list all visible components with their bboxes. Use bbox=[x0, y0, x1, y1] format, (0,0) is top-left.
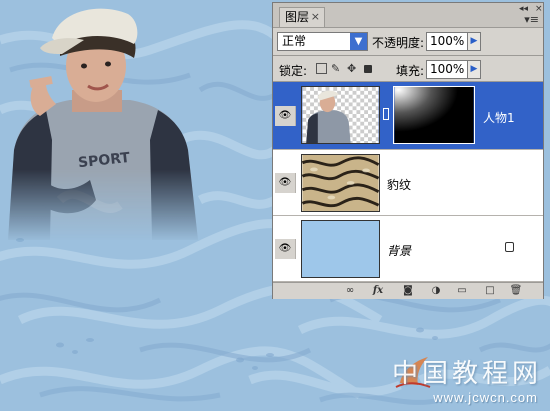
layer-thumbnail-person[interactable] bbox=[301, 86, 380, 144]
link-layers-icon[interactable]: ∞ bbox=[343, 284, 357, 298]
panel-bottom-toolbar: ∞ fx ◙ ◑ ▭ □ 🗑 bbox=[273, 282, 543, 299]
fill-slider-arrow-icon[interactable]: ▶ bbox=[467, 60, 481, 79]
close-icon[interactable]: × bbox=[311, 8, 320, 26]
fill-label: 填充: bbox=[396, 64, 425, 78]
eye-icon[interactable]: 👁 bbox=[275, 173, 296, 193]
boy-photo-image: SPORT bbox=[8, 8, 198, 240]
opacity-slider-arrow-icon[interactable]: ▶ bbox=[467, 32, 481, 51]
layer-name[interactable]: 背景 bbox=[387, 242, 411, 259]
lock-position-move-icon[interactable]: ✥ bbox=[347, 63, 358, 74]
lock-all-icon[interactable] bbox=[364, 65, 372, 73]
opacity-label: 不透明度: bbox=[372, 36, 425, 50]
layer-thumbnail-leopard[interactable] bbox=[301, 154, 380, 212]
watermark-title: 中国教程网 bbox=[391, 359, 542, 389]
lock-label: 锁定: bbox=[279, 64, 308, 78]
layer-row-background[interactable]: 👁 背景 bbox=[273, 216, 543, 282]
lock-pixels-brush-icon[interactable]: ✎ bbox=[331, 63, 342, 74]
tab-layers[interactable]: 图层 × bbox=[279, 7, 325, 27]
layer-name[interactable]: 豹纹 bbox=[387, 176, 411, 193]
layers-list: 👁 人物1 👁 豹纹 👁 背景 bbox=[273, 82, 543, 282]
adjustment-layer-icon[interactable]: ◑ bbox=[429, 284, 443, 298]
blend-mode-value: 正常 bbox=[282, 34, 307, 48]
layers-panel: 图层 × ◂◂ × ▾≡ 正常 ▼ 不透明度: 100% ▶ 锁定: ✎ ✥ 填… bbox=[272, 2, 544, 299]
lock-icon bbox=[505, 242, 514, 252]
watermark-url: www.jcwcn.com bbox=[433, 390, 538, 405]
add-mask-icon[interactable]: ◙ bbox=[401, 284, 415, 298]
layer-name[interactable]: 人物1 bbox=[483, 109, 515, 126]
blend-mode-select[interactable]: 正常 ▼ bbox=[277, 32, 368, 51]
layer-row-leopard[interactable]: 👁 豹纹 bbox=[273, 150, 543, 216]
lock-transparency-icon[interactable] bbox=[316, 63, 327, 74]
divider bbox=[273, 55, 543, 56]
tab-layers-label: 图层 bbox=[285, 10, 310, 24]
trash-icon[interactable]: 🗑 bbox=[509, 284, 523, 298]
fx-icon[interactable]: fx bbox=[371, 284, 385, 298]
blend-opacity-row: 正常 ▼ 不透明度: 100% ▶ bbox=[273, 29, 543, 55]
layer-mask-thumbnail[interactable] bbox=[393, 86, 475, 144]
layer-row-person[interactable]: 👁 人物1 bbox=[273, 82, 543, 150]
new-group-icon[interactable]: ▭ bbox=[455, 284, 469, 298]
watermark: 中国教程网 www.jcwcn.com bbox=[392, 353, 542, 405]
eye-icon[interactable]: 👁 bbox=[275, 106, 296, 126]
lock-fill-row: 锁定: ✎ ✥ 填充: 100% ▶ bbox=[273, 57, 543, 83]
chevron-down-icon[interactable]: ▼ bbox=[350, 33, 367, 50]
panel-menu-icon[interactable]: ▾≡ bbox=[524, 13, 539, 26]
layer-thumbnail-background[interactable] bbox=[301, 220, 380, 278]
eye-icon[interactable]: 👁 bbox=[275, 239, 296, 259]
new-layer-icon[interactable]: □ bbox=[483, 284, 497, 298]
panel-tab-bar: 图层 × ◂◂ × ▾≡ bbox=[273, 3, 543, 28]
mask-link-icon[interactable] bbox=[383, 108, 389, 120]
